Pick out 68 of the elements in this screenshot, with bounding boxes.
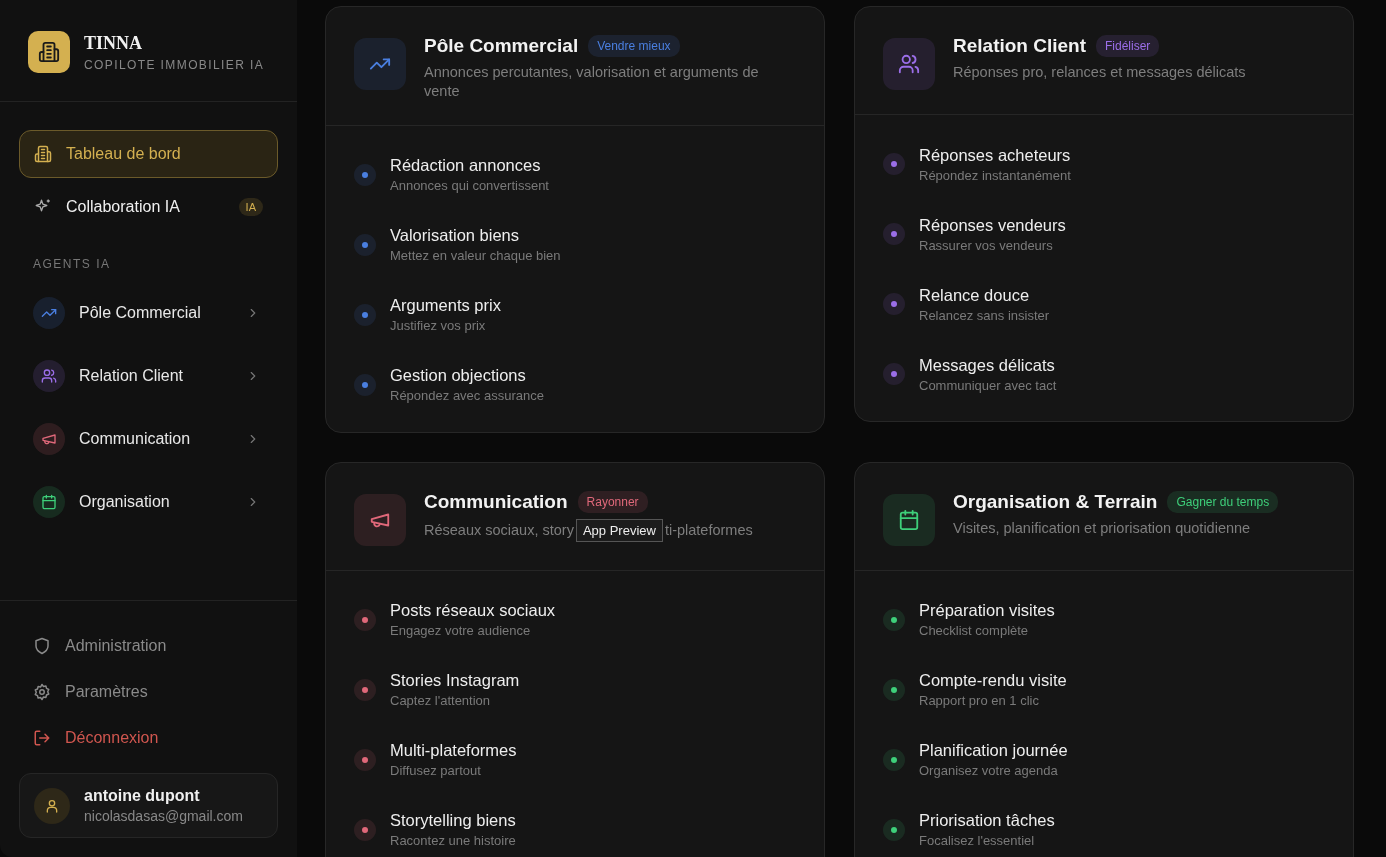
- feature-item[interactable]: Compte-rendu visite Rapport pro en 1 clic: [883, 658, 1325, 729]
- bullet-icon: [354, 818, 376, 841]
- section-label: AGENTS IA: [32, 256, 112, 273]
- nav-item[interactable]: Collaboration IA IA: [19, 183, 278, 231]
- bullet-icon: [354, 233, 376, 256]
- footer-link[interactable]: Paramètres: [19, 669, 278, 715]
- feature-item[interactable]: Relance douce Relancez sans insister: [883, 273, 1325, 343]
- card-title: Relation Client: [953, 35, 1086, 57]
- feature-item[interactable]: Préparation visites Checklist complète: [883, 588, 1325, 659]
- bullet-icon: [883, 223, 905, 245]
- agent-item[interactable]: Communication: [19, 407, 278, 470]
- avatar-icon: [34, 787, 70, 824]
- bullet-icon: [354, 373, 376, 396]
- footer-link[interactable]: Déconnexion: [19, 715, 278, 761]
- user-email: nicolasdasas@gmail.com: [84, 808, 243, 824]
- card-description: ti-plateformes: [664, 520, 753, 540]
- agent-item[interactable]: Relation Client: [19, 344, 278, 407]
- feature-item[interactable]: Storytelling biens Racontez une histoire: [354, 798, 796, 857]
- footer-link[interactable]: Administration: [19, 623, 278, 669]
- feature-item[interactable]: Valorisation biens Mettez en valeur chaque bien: [354, 213, 796, 284]
- card-description: Réseaux sociaux, story: [424, 520, 574, 540]
- feature-item[interactable]: Priorisation tâches Focalisez l'essentiel: [883, 798, 1325, 857]
- bullet-icon: [354, 303, 376, 326]
- feature-item[interactable]: Réponses vendeurs Rassurer vos vendeurs: [883, 203, 1325, 273]
- feature-item[interactable]: Multi-plateformes Diffusez partout: [354, 728, 796, 799]
- logo-icon: [28, 31, 70, 73]
- feature-item[interactable]: Rédaction annonces Annonces qui convertissent: [354, 143, 796, 214]
- bullet-icon: [354, 748, 376, 771]
- building-icon: [34, 145, 52, 163]
- agent-item[interactable]: Organisation: [19, 470, 278, 533]
- bullet-icon: [354, 608, 376, 631]
- card-title: Communication: [424, 490, 568, 513]
- agent-item[interactable]: Pôle Commercial: [19, 281, 278, 344]
- card-description: Visites, planification et priorisation quotidienne: [953, 518, 1252, 538]
- card-description: Annonces percutantes, valorisation et arguments de vente: [424, 63, 760, 101]
- feature-item[interactable]: Stories Instagram Captez l'attention: [354, 658, 796, 729]
- user-card[interactable]: antoine dupont nicolasdasas@gmail.com: [19, 773, 278, 838]
- logout-icon: [33, 729, 51, 747]
- brand-tagline: COPILOTE IMMOBILIER IA: [84, 57, 265, 72]
- card-tag: Rayonner: [577, 490, 648, 513]
- bullet-icon: [883, 153, 905, 175]
- settings-icon: [33, 683, 51, 701]
- bullet-icon: [883, 293, 905, 315]
- bullet-icon: [883, 678, 905, 701]
- card-description: Réponses pro, relances et messages délicats: [953, 63, 1246, 82]
- feature-item[interactable]: Planification journée Organisez votre agenda: [883, 728, 1325, 799]
- feature-item[interactable]: Messages délicats Communiquer avec tact: [883, 343, 1325, 413]
- ia-badge: IA: [238, 198, 263, 216]
- user-name: antoine dupont: [84, 787, 201, 805]
- feature-item[interactable]: Réponses acheteurs Répondez instantanément: [883, 133, 1325, 203]
- shield-icon: [33, 637, 51, 655]
- bullet-icon: [883, 608, 905, 631]
- card-tag: Fidéliser: [1096, 35, 1160, 57]
- tooltip: App Preview: [575, 518, 663, 542]
- brand-name: TINNA: [84, 32, 143, 54]
- feature-item[interactable]: Posts réseaux sociaux Engagez votre audience: [354, 588, 796, 659]
- card-tag: Vendre mieux: [588, 35, 680, 57]
- bullet-icon: [883, 363, 905, 385]
- bullet-icon: [354, 163, 376, 186]
- feature-item[interactable]: Gestion objections Répondez avec assurance: [354, 353, 796, 424]
- card-title: Organisation & Terrain: [953, 490, 1158, 513]
- feature-item[interactable]: Arguments prix Justifiez vos prix: [354, 283, 796, 354]
- bullet-icon: [883, 748, 905, 771]
- nav-item[interactable]: Tableau de bord: [19, 130, 278, 178]
- bullet-icon: [883, 818, 905, 841]
- card-title: Pôle Commercial: [424, 35, 579, 57]
- card-tag: Gagner du temps: [1167, 490, 1279, 513]
- bullet-icon: [354, 678, 376, 701]
